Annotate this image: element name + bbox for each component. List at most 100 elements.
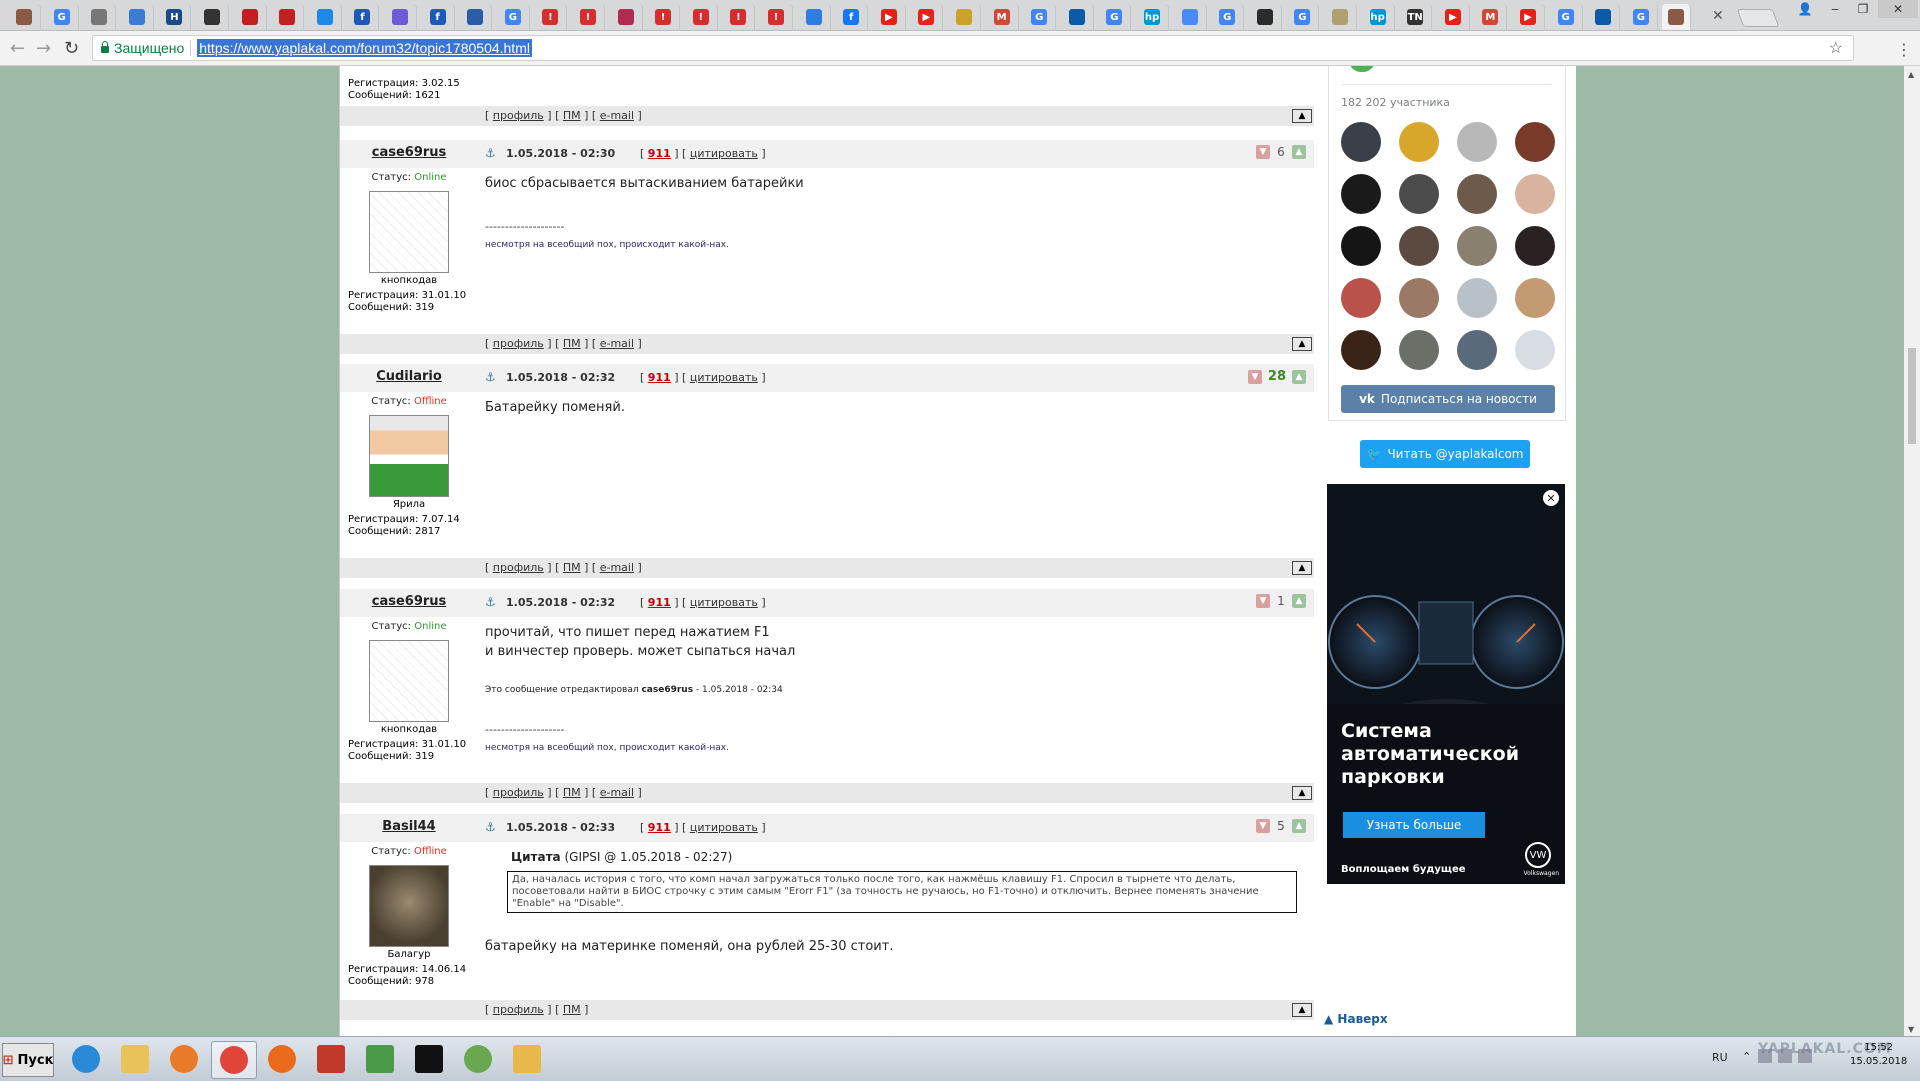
browser-tab[interactable] (1587, 4, 1621, 30)
reload-icon[interactable]: ↻ (64, 38, 79, 59)
scroll-down-icon[interactable]: ▼ (1908, 1025, 1914, 1034)
member-avatar[interactable] (1457, 174, 1497, 214)
user-icon[interactable]: 👤 (1792, 0, 1818, 18)
close-window-button[interactable]: ✕ (1878, 0, 1918, 18)
new-tab-button[interactable] (1736, 9, 1780, 27)
browser-tab[interactable]: G (497, 4, 530, 30)
member-avatar[interactable] (1515, 122, 1555, 162)
taskbar-app[interactable] (260, 1041, 304, 1077)
taskbar-app[interactable] (505, 1041, 549, 1077)
browser-tab[interactable] (1174, 4, 1207, 30)
member-avatar[interactable] (1341, 226, 1381, 266)
system-clock[interactable]: 15:52 15.05.2018 (1850, 1041, 1907, 1069)
ad-banner[interactable]: ✕ Система автоматической парковки Узнать… (1327, 484, 1565, 884)
profile-link[interactable]: профиль (493, 786, 544, 799)
url-text[interactable]: https://www.yaplakal.com/forum32/topic17… (197, 39, 532, 57)
report-911-link[interactable]: 911 (648, 821, 671, 834)
member-avatar[interactable] (1515, 174, 1555, 214)
browser-tab[interactable] (271, 4, 305, 30)
member-avatar[interactable] (1341, 122, 1381, 162)
quote-link[interactable]: цитировать (690, 596, 758, 609)
browser-tab[interactable] (309, 4, 342, 30)
browser-tab[interactable]: f (346, 4, 380, 30)
browser-tab[interactable]: ▶ (1437, 4, 1470, 30)
email-link[interactable]: e-mail (600, 786, 634, 799)
member-avatar[interactable] (1341, 174, 1381, 214)
author-name[interactable]: case69rus (340, 145, 478, 160)
browser-tab[interactable]: ! (685, 4, 718, 30)
member-avatar[interactable] (1457, 278, 1497, 318)
twitter-follow-button[interactable]: 🐦 Читать @yaplakalcom (1360, 440, 1530, 468)
thumb-down-icon[interactable]: ▼ (1256, 819, 1270, 833)
start-button[interactable]: ⊞ Пуск (2, 1043, 54, 1077)
avatar[interactable] (369, 415, 449, 497)
taskbar-app[interactable] (309, 1041, 353, 1077)
browser-tab[interactable]: ! (572, 4, 605, 30)
browser-tab[interactable]: M (1474, 4, 1508, 30)
thumb-up-icon[interactable]: ▲ (1292, 145, 1306, 159)
tab-close-icon[interactable]: ✕ (1712, 8, 1724, 24)
back-icon[interactable]: ← (10, 38, 25, 59)
profile-link[interactable]: профиль (493, 337, 544, 350)
member-avatar[interactable] (1399, 226, 1439, 266)
secure-indicator[interactable]: Защищено (101, 40, 184, 56)
browser-tab[interactable] (1249, 4, 1282, 30)
flag-icon[interactable] (1758, 1049, 1772, 1063)
taskbar-app[interactable] (407, 1041, 451, 1077)
taskbar-app[interactable] (211, 1041, 257, 1079)
browser-tab[interactable]: ▶ (910, 4, 944, 30)
maximize-button[interactable]: ❐ (1850, 0, 1876, 18)
thumb-down-icon[interactable]: ▼ (1256, 145, 1270, 159)
taskbar-app[interactable] (113, 1041, 157, 1077)
browser-tab[interactable]: G (1023, 4, 1057, 30)
thumb-up-icon[interactable]: ▲ (1292, 819, 1306, 833)
scroll-top-icon[interactable]: ▲ (1292, 561, 1312, 575)
pm-link[interactable]: ПМ (563, 337, 581, 350)
post-anchor-icon[interactable]: ⚓ (485, 820, 496, 834)
browser-tab[interactable]: G (1550, 4, 1583, 30)
ad-cta-button[interactable]: Узнать больше (1343, 812, 1485, 838)
browser-tab[interactable] (121, 4, 154, 30)
profile-link[interactable]: профиль (493, 561, 544, 574)
scroll-top-icon[interactable]: ▲ (1292, 786, 1312, 800)
scroll-top-icon[interactable]: ▲ (1292, 1003, 1312, 1017)
browser-tab[interactable] (1061, 4, 1094, 30)
member-avatar[interactable] (1515, 226, 1555, 266)
thumb-down-icon[interactable]: ▼ (1256, 594, 1270, 608)
tray-expand-icon[interactable]: ⌃ (1742, 1050, 1751, 1063)
scroll-up-icon[interactable]: ▲ (1908, 70, 1914, 79)
browser-tab[interactable]: hp (1136, 4, 1169, 30)
taskbar-app[interactable] (456, 1041, 500, 1077)
taskbar-app[interactable] (358, 1041, 402, 1077)
volume-icon[interactable] (1798, 1049, 1812, 1063)
thumb-up-icon[interactable]: ▲ (1292, 369, 1306, 384)
quote-link[interactable]: цитировать (690, 371, 758, 384)
member-avatar[interactable] (1515, 278, 1555, 318)
browser-tab[interactable]: M (986, 4, 1019, 30)
author-name[interactable]: case69rus (340, 594, 478, 609)
member-avatar[interactable] (1457, 330, 1497, 370)
email-link[interactable]: e-mail (600, 337, 634, 350)
browser-tab[interactable] (8, 4, 41, 30)
back-to-top-link[interactable]: ▲ Наверх (1324, 1012, 1388, 1026)
scrollbar-thumb[interactable] (1908, 348, 1916, 444)
ad-close-button[interactable]: ✕ (1543, 490, 1559, 506)
browser-tab[interactable]: ! (722, 4, 756, 30)
member-avatar[interactable] (1399, 330, 1439, 370)
browser-tab[interactable]: hp (1362, 4, 1395, 30)
scroll-top-icon[interactable]: ▲ (1292, 109, 1312, 123)
browser-menu-icon[interactable]: ⋮ (1896, 40, 1912, 59)
report-911-link[interactable]: 911 (648, 596, 671, 609)
bookmark-star-icon[interactable]: ☆ (1829, 38, 1843, 58)
network-tray-icon[interactable] (1778, 1049, 1792, 1063)
member-avatar[interactable] (1341, 330, 1381, 370)
browser-tab[interactable]: G (1286, 4, 1320, 30)
browser-tab[interactable] (948, 4, 981, 30)
browser-tab[interactable]: f (835, 4, 869, 30)
pm-link[interactable]: ПМ (563, 561, 581, 574)
browser-tab[interactable]: ! (760, 4, 793, 30)
browser-tab[interactable] (798, 4, 831, 30)
member-avatar[interactable] (1341, 278, 1381, 318)
member-avatar[interactable] (1399, 122, 1439, 162)
avatar[interactable] (369, 640, 449, 722)
